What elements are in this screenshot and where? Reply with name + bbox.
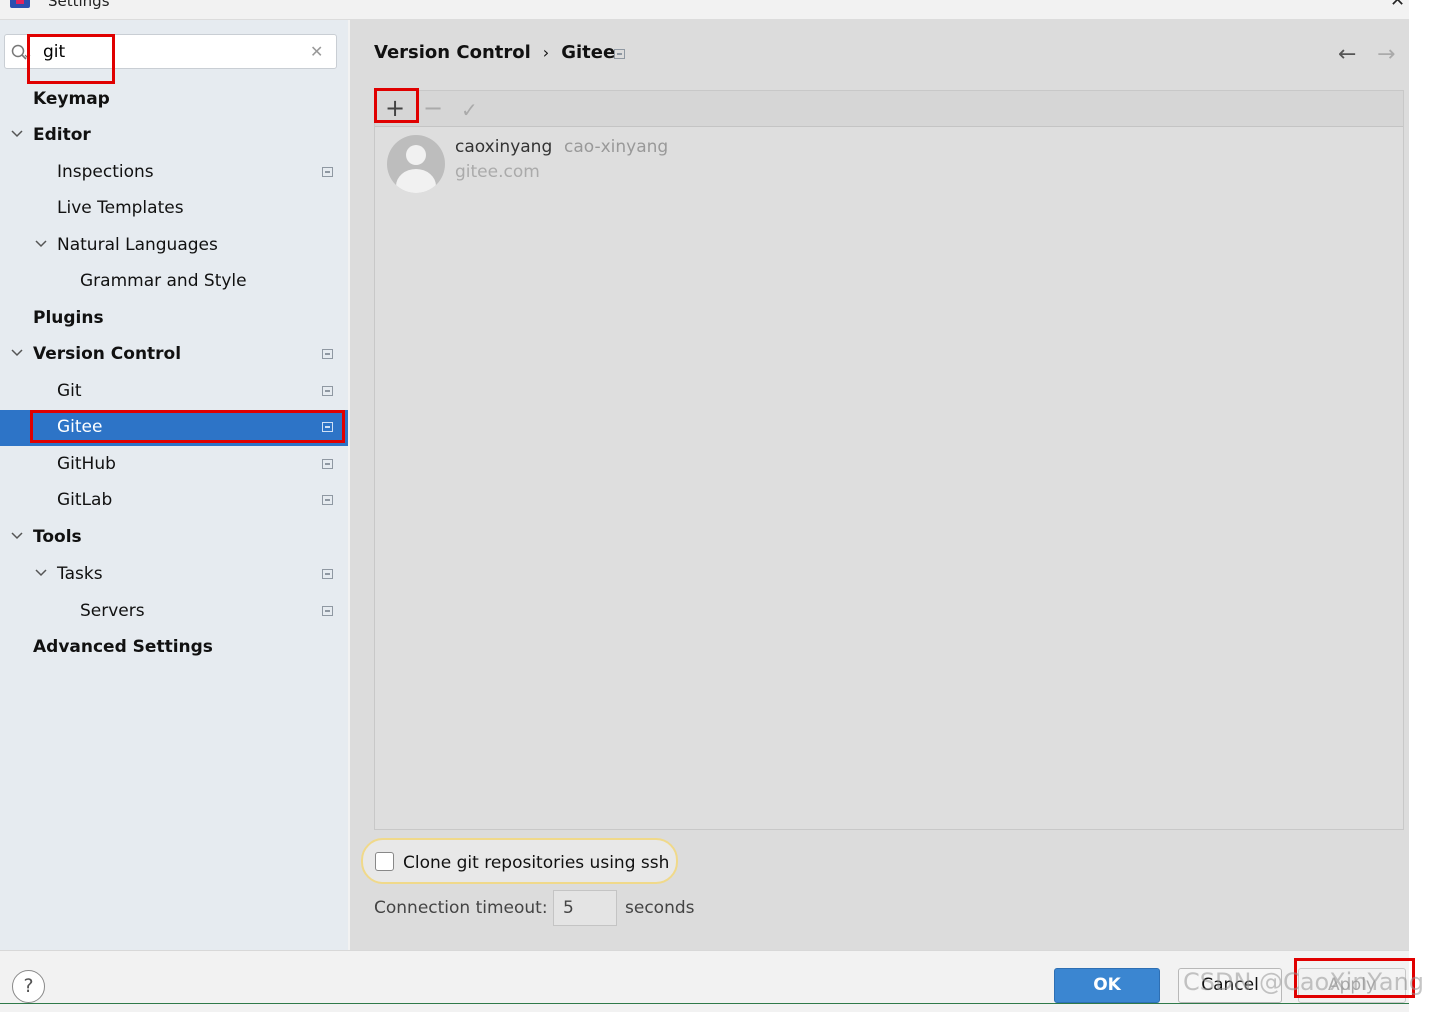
tree-item-label: Tasks (57, 564, 103, 584)
chevron-down-icon[interactable] (11, 530, 23, 542)
avatar (387, 135, 445, 193)
tree-item-label: Plugins (33, 308, 104, 328)
project-scope-icon (322, 422, 333, 432)
tree-item-gitlab[interactable]: GitLab (0, 483, 348, 519)
clone-ssh-label[interactable]: Clone git repositories using ssh (403, 853, 669, 873)
timeout-label: Connection timeout: (374, 898, 548, 918)
project-scope-icon (322, 459, 333, 469)
tree-item-label: Git (57, 381, 82, 401)
tree-item-live-templates[interactable]: Live Templates (0, 191, 348, 227)
add-account-button[interactable]: + (385, 95, 405, 121)
tree-item-label: Advanced Settings (33, 637, 213, 657)
account-name: caoxinyang (455, 137, 553, 157)
help-button[interactable]: ? (12, 970, 45, 1003)
tree-item-version-control[interactable]: Version Control (0, 337, 348, 373)
search-icon (11, 44, 31, 60)
remove-account-button[interactable]: − (423, 95, 443, 121)
tree-item-editor[interactable]: Editor (0, 118, 348, 154)
app-icon (10, 0, 30, 8)
project-scope-icon (322, 349, 333, 359)
dialog-footer: ? OK Cancel Apply (0, 950, 1409, 1003)
tree-item-git[interactable]: Git (0, 374, 348, 410)
tree-item-inspections[interactable]: Inspections (0, 155, 348, 191)
tree-item-grammar-and-style[interactable]: Grammar and Style (0, 264, 348, 300)
tree-item-plugins[interactable]: Plugins (0, 301, 348, 337)
tree-item-tools[interactable]: Tools (0, 520, 348, 556)
tree-item-label: Tools (33, 527, 82, 547)
settings-search[interactable]: ✕ (4, 34, 337, 69)
chevron-down-icon[interactable] (11, 128, 23, 140)
project-scope-icon (322, 606, 333, 616)
timeout-field[interactable] (553, 890, 617, 926)
tree-item-tasks[interactable]: Tasks (0, 557, 348, 593)
tree-item-natural-languages[interactable]: Natural Languages (0, 228, 348, 264)
tree-item-label: Editor (33, 125, 91, 145)
project-scope-icon (322, 386, 333, 396)
project-scope-icon (614, 49, 625, 59)
apply-button[interactable]: Apply (1298, 968, 1406, 1003)
chevron-down-icon[interactable] (35, 238, 47, 250)
timeout-unit: seconds (625, 898, 695, 918)
settings-content: Version Control › Gitee ← → + − ✓ caoxinya… (350, 20, 1409, 950)
breadcrumb-current: Gitee (561, 42, 616, 63)
settings-dialog: Settings ✕ ✕ Keymap Editor Inspections L… (0, 0, 1409, 1012)
project-scope-icon (322, 495, 333, 505)
settings-sidebar: ✕ Keymap Editor Inspections Live Templat… (0, 20, 348, 950)
forward-arrow-icon[interactable]: → (1377, 42, 1395, 67)
tree-item-github[interactable]: GitHub (0, 447, 348, 483)
accounts-toolbar: + − ✓ (375, 91, 1403, 127)
cancel-button[interactable]: Cancel (1178, 968, 1282, 1003)
tree-item-label: Live Templates (57, 198, 184, 218)
tree-item-label: Version Control (33, 344, 182, 364)
tree-item-label: Natural Languages (57, 235, 218, 255)
tree-item-label: GitHub (57, 454, 116, 474)
chevron-down-icon[interactable] (35, 567, 47, 579)
tree-item-label: Gitee (57, 417, 103, 437)
close-icon[interactable]: ✕ (1390, 0, 1405, 11)
title-bar: Settings ✕ (0, 0, 1409, 20)
account-server: gitee.com (455, 162, 540, 182)
clone-ssh-option[interactable]: Clone git repositories using ssh (361, 838, 678, 884)
tree-item-advanced-settings[interactable]: Advanced Settings (0, 630, 348, 666)
tree-item-label: Grammar and Style (80, 271, 247, 291)
project-scope-icon (322, 569, 333, 579)
search-input[interactable] (43, 41, 303, 63)
accounts-panel: + − ✓ caoxinyang cao-xinyang gitee.com (374, 90, 1404, 830)
tree-item-label: GitLab (57, 490, 113, 510)
ok-button[interactable]: OK (1054, 968, 1160, 1003)
set-default-account-button[interactable]: ✓ (461, 97, 478, 123)
window-title: Settings (48, 0, 110, 10)
tree-item-servers[interactable]: Servers (0, 594, 348, 630)
chevron-down-icon[interactable] (11, 347, 23, 359)
breadcrumb-parent[interactable]: Version Control (374, 42, 531, 63)
tree-item-label: Inspections (57, 162, 154, 182)
tree-item-label: Keymap (33, 89, 110, 109)
breadcrumb: Version Control › Gitee (374, 42, 615, 63)
project-scope-icon (322, 167, 333, 177)
tree-item-keymap[interactable]: Keymap (0, 82, 348, 118)
account-login: cao-xinyang (564, 137, 669, 157)
footer-divider (0, 1003, 1409, 1004)
breadcrumb-separator: › (542, 43, 550, 62)
tree-item-gitee[interactable]: Gitee (0, 410, 348, 446)
clear-search-icon[interactable]: ✕ (310, 42, 323, 61)
clone-ssh-checkbox[interactable] (375, 852, 394, 871)
tree-item-label: Servers (80, 601, 145, 621)
back-arrow-icon[interactable]: ← (1338, 42, 1356, 67)
